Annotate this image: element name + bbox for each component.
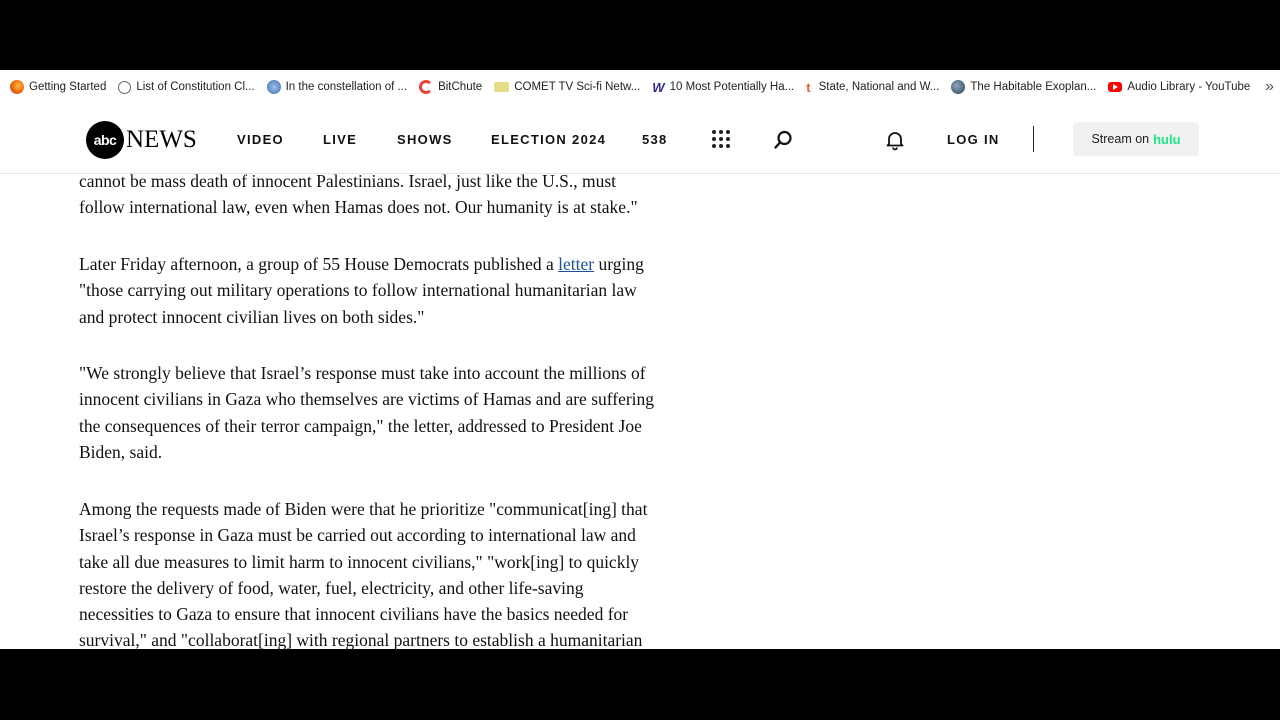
paragraph-line: and protect innocent civilian lives on b… bbox=[79, 306, 425, 327]
paragraph-line: "those carrying out military operations … bbox=[79, 280, 637, 301]
bookmark-state-national[interactable]: t State, National and W... bbox=[806, 70, 951, 104]
nav-538[interactable]: 538 bbox=[642, 132, 668, 147]
paragraph-line: necessities to Gaza to ensure that innoc… bbox=[79, 604, 629, 625]
stream-label: Stream on bbox=[1091, 132, 1150, 146]
article-content: cannot be mass death of innocent Palesti… bbox=[0, 174, 1280, 649]
paragraph-line: Later Friday afternoon, a group of 55 Ho… bbox=[79, 254, 644, 274]
letter-link[interactable]: letter bbox=[558, 254, 594, 274]
notifications-bell-icon[interactable] bbox=[884, 129, 906, 151]
paragraph-line: innocent civilians in Gaza who themselve… bbox=[79, 389, 655, 410]
video-letterbox-bottom bbox=[0, 649, 1280, 720]
article-paragraph: "We strongly believe that Israel’s respo… bbox=[79, 360, 654, 465]
article-paragraph: Later Friday afternoon, a group of 55 Ho… bbox=[79, 251, 644, 330]
paragraph-line: survival," and "collaborat[ing] with reg… bbox=[79, 630, 643, 649]
bookmark-10-most[interactable]: W 10 Most Potentially Ha... bbox=[652, 70, 806, 104]
nav-live[interactable]: LIVE bbox=[323, 132, 357, 147]
paragraph-line: restore the delivery of food, water, fue… bbox=[79, 577, 584, 598]
paragraph-line: "We strongly believe that Israel’s respo… bbox=[79, 363, 646, 383]
news-wordmark: NEWS bbox=[126, 126, 197, 153]
paragraph-line: cannot be mass death of innocent Palesti… bbox=[79, 174, 617, 191]
folder-icon bbox=[494, 82, 510, 92]
paragraph-line: take all due measures to limit harm to i… bbox=[79, 551, 640, 572]
paragraph-line: Biden, said. bbox=[79, 441, 163, 462]
bitchute-icon bbox=[419, 80, 434, 94]
bookmark-comet-tv[interactable]: COMET TV Sci-fi Netw... bbox=[494, 70, 652, 104]
bookmark-getting-started[interactable]: Getting Started bbox=[10, 70, 118, 104]
site-header: abc NEWS VIDEO LIVE SHOWS ELECTION 2024 … bbox=[0, 104, 1280, 174]
bookmark-bitchute[interactable]: BitChute bbox=[419, 70, 494, 104]
nav-video[interactable]: VIDEO bbox=[237, 132, 284, 147]
planet-icon bbox=[951, 80, 966, 94]
apps-grid-icon[interactable] bbox=[712, 130, 730, 148]
nav-shows[interactable]: SHOWS bbox=[397, 132, 453, 147]
search-icon[interactable] bbox=[772, 129, 794, 151]
globe-icon bbox=[118, 80, 132, 94]
paragraph-line: follow international law, even when Hama… bbox=[79, 197, 638, 218]
bookmark-audio-library[interactable]: Audio Library - YouTube bbox=[1108, 70, 1262, 104]
hulu-logo: hulu bbox=[1153, 131, 1181, 147]
firefox-icon bbox=[10, 80, 24, 94]
abc-logo-circle: abc bbox=[86, 121, 124, 159]
bookmarks-overflow-icon[interactable]: » bbox=[1265, 78, 1274, 96]
video-letterbox-top bbox=[0, 0, 1280, 70]
bookmark-constitution[interactable]: List of Constitution Cl... bbox=[118, 70, 266, 104]
nav-election-2024[interactable]: ELECTION 2024 bbox=[491, 132, 606, 147]
paragraph-line: Among the requests made of Biden were th… bbox=[79, 499, 648, 519]
paragraph-line: Israel’s response in Gaza must be carrie… bbox=[79, 525, 636, 546]
bookmarks-bar: Getting Started List of Constitution Cl.… bbox=[0, 70, 1280, 104]
t-icon: t bbox=[806, 79, 811, 95]
bookmark-constellation[interactable]: In the constellation of ... bbox=[266, 70, 419, 104]
paragraph-line: the consequences of their terror campaig… bbox=[79, 415, 642, 436]
article-paragraph: Among the requests made of Biden were th… bbox=[79, 496, 647, 649]
article-paragraph: cannot be mass death of innocent Palesti… bbox=[79, 174, 638, 221]
globe-icon bbox=[266, 80, 281, 94]
youtube-icon bbox=[1108, 82, 1123, 92]
bookmark-habitable-exoplanets[interactable]: The Habitable Exoplan... bbox=[951, 70, 1108, 104]
w-icon: W bbox=[652, 79, 665, 95]
login-button[interactable]: LOG IN bbox=[947, 132, 1000, 147]
header-divider bbox=[1033, 126, 1034, 152]
abc-news-logo[interactable]: abc NEWS bbox=[86, 121, 197, 159]
stream-on-hulu-button[interactable]: Stream on hulu bbox=[1073, 122, 1199, 156]
